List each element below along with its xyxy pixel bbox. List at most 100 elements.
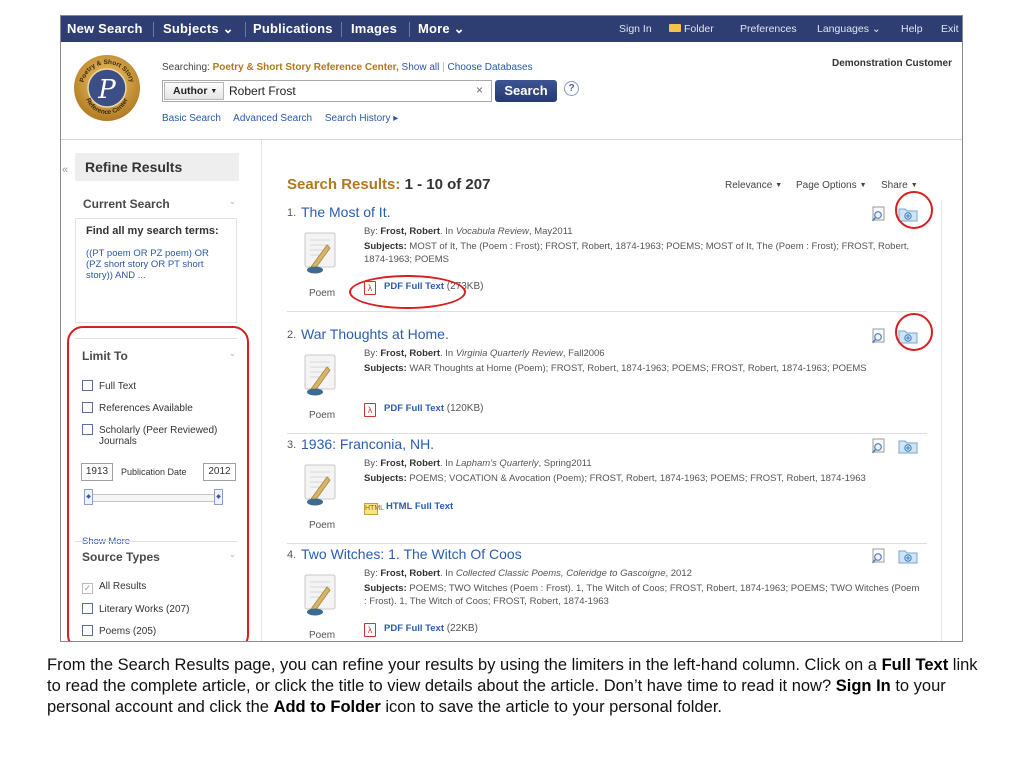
basic-search-link[interactable]: Basic Search: [162, 113, 221, 124]
checkbox[interactable]: [82, 625, 93, 636]
result-title-link[interactable]: War Thoughts at Home.: [301, 326, 449, 342]
byline-in: . In: [440, 348, 456, 359]
slider-handle-start[interactable]: ◆: [84, 489, 93, 505]
result-title-link[interactable]: The Most of It.: [301, 204, 390, 220]
nav-exit[interactable]: Exit: [941, 16, 959, 42]
full-text-link[interactable]: HTML HTML Full Text: [364, 501, 453, 515]
byline-prefix: By:: [364, 568, 381, 579]
caption-text: From the Search Results page, you can re…: [47, 655, 992, 718]
caption-bold: Sign In: [835, 677, 891, 695]
sidebar-divider: [75, 338, 237, 339]
nav-sign-in[interactable]: Sign In: [619, 16, 652, 42]
result-author[interactable]: Frost, Robert: [380, 348, 440, 359]
checkbox[interactable]: [82, 402, 93, 413]
advanced-search-link[interactable]: Advanced Search: [233, 113, 312, 124]
result-author[interactable]: Frost, Robert: [380, 568, 440, 579]
limit-full-text[interactable]: Full Text: [82, 380, 136, 392]
screenshot-frame: New Search Subjects ⌄ Publications Image…: [60, 15, 963, 642]
preview-magnifier-icon[interactable]: [871, 438, 887, 454]
source-all-results[interactable]: ✓ All Results: [82, 581, 146, 594]
full-text-link[interactable]: λ PDF Full Text (273KB): [364, 281, 483, 295]
poem-document-icon: [304, 232, 336, 274]
result-byline: By: Frost, Robert. In Virginia Quarterly…: [364, 348, 605, 359]
source-poems[interactable]: Poems (205): [82, 625, 156, 637]
field-select[interactable]: Author ▼: [164, 82, 224, 100]
limit-scholarly[interactable]: Scholarly (Peer Reviewed): [82, 424, 217, 436]
nav-languages[interactable]: Languages ⌄: [817, 16, 881, 42]
source-poems-label: Poems (205): [99, 626, 157, 637]
current-search-query[interactable]: ((PT poem OR PZ poem) OR (PZ short story…: [86, 248, 226, 281]
result-type: Poem: [309, 410, 336, 421]
current-search-title[interactable]: Current Search: [83, 197, 170, 211]
show-all-link[interactable]: Show all: [402, 62, 440, 73]
sort-relevance-label: Relevance: [725, 180, 773, 191]
nav-more[interactable]: More ⌄: [418, 16, 465, 42]
result-type: Poem: [309, 520, 336, 531]
source-types-title[interactable]: Source Types: [82, 550, 160, 564]
collapse-sidebar-icon[interactable]: «: [62, 164, 68, 176]
nav-subjects[interactable]: Subjects ⌄: [163, 16, 234, 42]
nav-separator: [409, 22, 410, 37]
help-icon[interactable]: ?: [564, 81, 579, 96]
checkbox[interactable]: [82, 603, 93, 614]
search-input[interactable]: [229, 83, 459, 99]
result-divider: [287, 311, 927, 312]
full-text-link[interactable]: λ PDF Full Text (22KB): [364, 623, 478, 637]
search-button[interactable]: Search: [495, 80, 557, 102]
result-divider: [287, 433, 927, 434]
add-to-folder-icon[interactable]: [898, 206, 918, 222]
nav-images[interactable]: Images: [351, 16, 397, 42]
header-divider: [61, 139, 962, 140]
checkbox[interactable]: [82, 380, 93, 391]
annotation-limiters-highlight: [67, 326, 249, 641]
full-text-size: (22KB): [446, 623, 478, 634]
nav-help[interactable]: Help: [901, 16, 923, 42]
slider-handle-end[interactable]: ◆: [214, 489, 223, 505]
chevron-down-icon: ▼: [210, 88, 218, 95]
result-number: 2.: [287, 329, 297, 341]
chevron-down-icon[interactable]: ⌄: [229, 550, 236, 559]
result-author[interactable]: Frost, Robert: [380, 458, 440, 469]
result-subjects: Subjects: MOST of It, The (Poem : Frost)…: [364, 240, 924, 266]
chevron-down-icon[interactable]: ⌄: [229, 197, 236, 206]
search-history-link[interactable]: Search History ▸: [325, 113, 398, 124]
add-to-folder-icon[interactable]: [898, 548, 918, 564]
preview-magnifier-icon[interactable]: [871, 328, 887, 344]
preview-magnifier-icon[interactable]: [871, 548, 887, 564]
limit-references-available[interactable]: References Available: [82, 402, 193, 414]
page-options-dropdown[interactable]: Page Options ▼: [796, 180, 867, 191]
publication-date-slider[interactable]: [87, 494, 215, 502]
page-options-label: Page Options: [796, 180, 857, 191]
nav-publications[interactable]: Publications: [253, 16, 333, 42]
year-to-input[interactable]: 2012: [203, 463, 236, 481]
nav-preferences[interactable]: Preferences: [740, 16, 797, 42]
nav-folder[interactable]: Folder: [669, 16, 714, 42]
sort-relevance-dropdown[interactable]: Relevance ▼: [725, 180, 782, 191]
result-number: 3.: [287, 439, 297, 451]
full-text-link[interactable]: λ PDF Full Text (120KB): [364, 403, 483, 417]
add-to-folder-icon[interactable]: [898, 328, 918, 344]
preview-magnifier-icon[interactable]: [871, 206, 887, 222]
full-text-label: HTML Full Text: [386, 501, 454, 512]
chevron-down-icon[interactable]: ⌄: [229, 349, 236, 358]
caption-bold: Add to Folder: [273, 698, 381, 716]
choose-databases-link[interactable]: Choose Databases: [448, 62, 533, 73]
source-literary-works[interactable]: Literary Works (207): [82, 603, 189, 615]
nav-new-search[interactable]: New Search: [67, 16, 143, 42]
caption-part: From the Search Results page, you can re…: [47, 656, 882, 674]
result-title-link[interactable]: Two Witches: 1. The Witch Of Coos: [301, 546, 522, 562]
clear-search-icon[interactable]: ×: [476, 83, 483, 97]
result-author[interactable]: Frost, Robert: [380, 226, 440, 237]
subjects-text: WAR Thoughts at Home (Poem); FROST, Robe…: [406, 363, 867, 374]
year-from-input[interactable]: 1913: [81, 463, 113, 481]
add-to-folder-icon[interactable]: [898, 438, 918, 454]
result-title-link[interactable]: 1936: Franconia, NH.: [301, 436, 434, 452]
checkbox[interactable]: [82, 424, 93, 435]
limit-to-title[interactable]: Limit To: [82, 349, 128, 363]
chevron-down-icon: ▼: [910, 182, 918, 189]
share-dropdown[interactable]: Share ▼: [881, 180, 918, 191]
database-name: Poetry & Short Story Reference Center,: [212, 62, 399, 73]
full-text-size: (273KB): [446, 281, 484, 292]
folder-icon: [669, 24, 681, 32]
checkbox-checked[interactable]: ✓: [82, 583, 93, 594]
